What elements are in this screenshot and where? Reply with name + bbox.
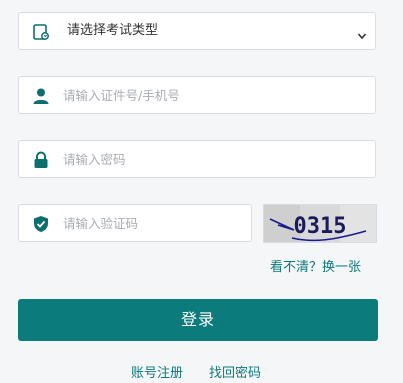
chevron-down-icon xyxy=(357,26,367,40)
login-button[interactable]: 登录 xyxy=(18,299,378,341)
user-icon xyxy=(32,87,50,105)
refresh-captcha-link[interactable]: 看不清？换一张 xyxy=(270,256,361,275)
captcha-code: 0315 xyxy=(294,214,347,239)
id-number-field[interactable] xyxy=(18,76,376,114)
password-input[interactable] xyxy=(63,141,353,177)
password-field[interactable] xyxy=(18,140,376,178)
shield-check-icon xyxy=(32,215,50,233)
captcha-input[interactable] xyxy=(63,205,243,241)
recover-password-link[interactable]: 找回密码 xyxy=(209,362,261,381)
captcha-field[interactable] xyxy=(18,204,252,242)
lock-icon xyxy=(32,151,50,169)
captcha-image[interactable]: 0315 xyxy=(263,204,377,243)
exam-type-selected-value: 请选择考试类型 xyxy=(67,23,159,38)
id-number-input[interactable] xyxy=(63,77,353,113)
register-link[interactable]: 账号注册 xyxy=(131,362,183,381)
exam-type-icon xyxy=(32,23,50,41)
exam-type-select[interactable]: 请选择考试类型 xyxy=(18,12,376,50)
